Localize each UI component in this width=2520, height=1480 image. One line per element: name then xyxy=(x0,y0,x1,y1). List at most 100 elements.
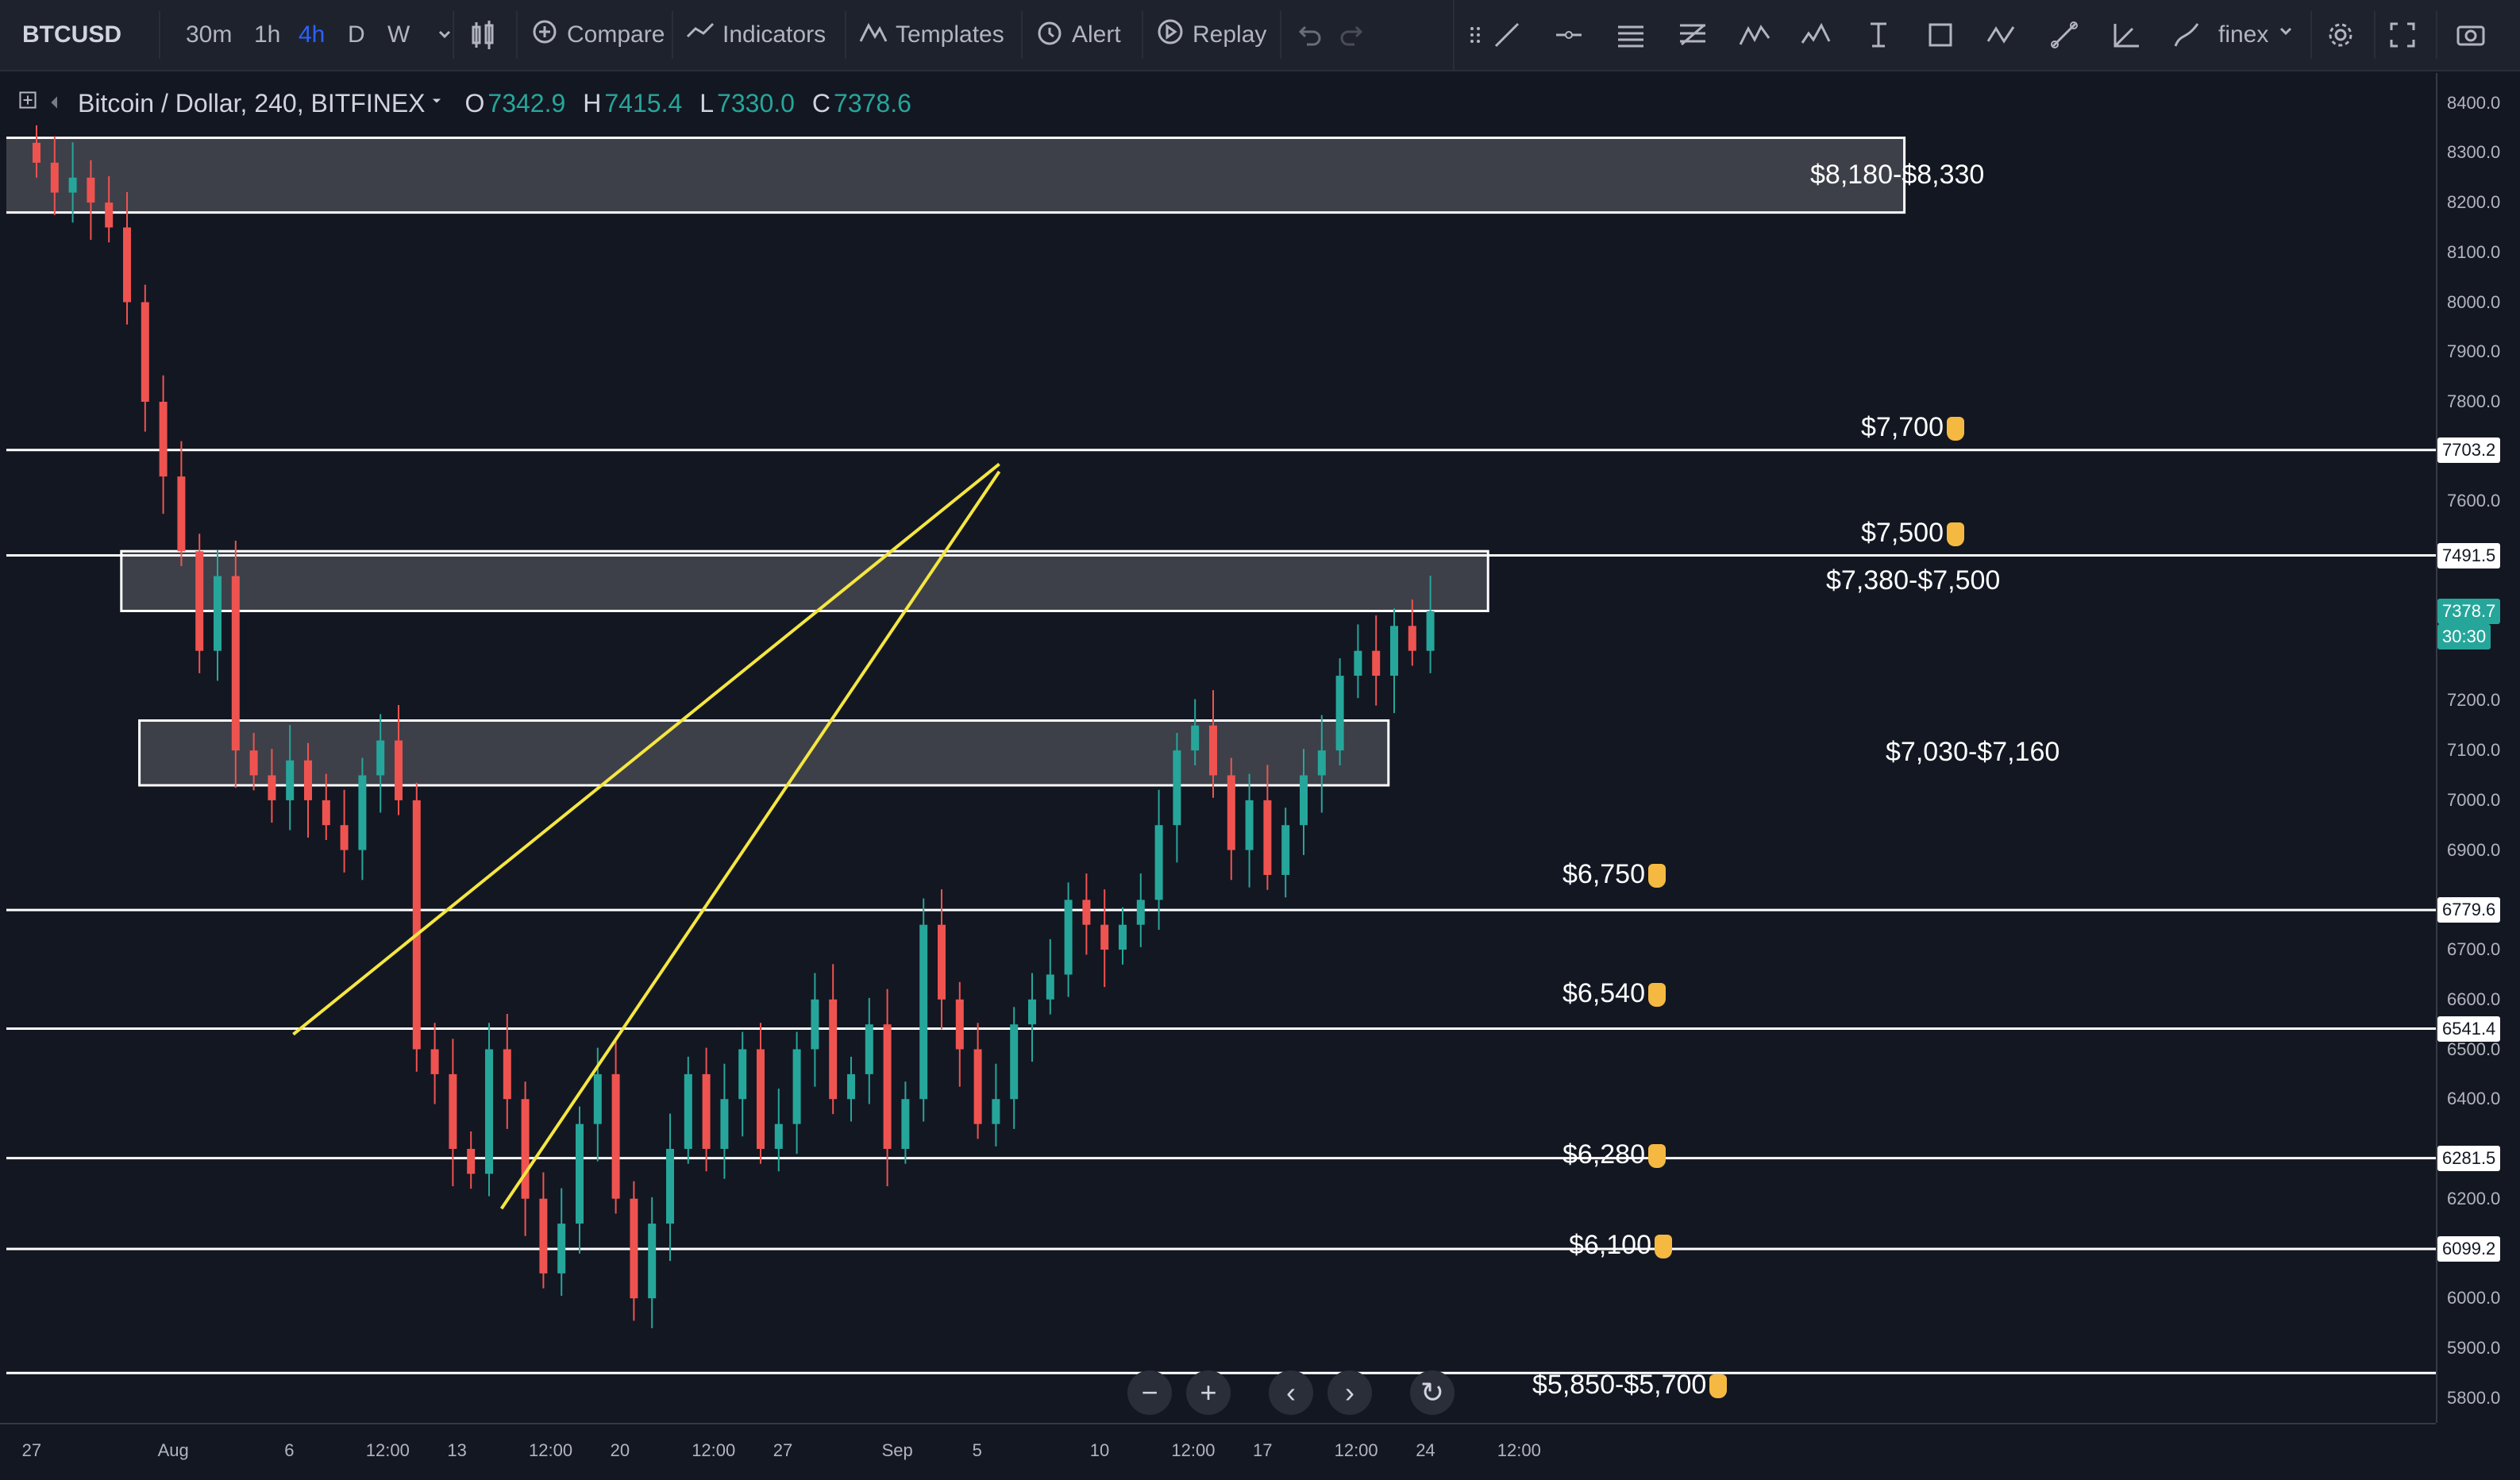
bottom-zone-label: $5,850-$5,700 xyxy=(1532,1370,1728,1401)
legend-title[interactable]: Bitcoin / Dollar, 240, BITFINEX xyxy=(78,89,426,118)
toolbar-divider xyxy=(453,11,454,59)
templates-icon xyxy=(856,14,891,56)
interval-label: 4h xyxy=(299,21,326,48)
candle-body xyxy=(847,1073,855,1100)
scroll-right-button[interactable]: › xyxy=(1327,1370,1372,1415)
abcd-pattern-icon[interactable] xyxy=(1985,0,2020,70)
tradingview-app: BTCUSD 30m 1h 4h D W Compare Indicators … xyxy=(0,0,2520,1480)
candle-body xyxy=(901,1099,910,1149)
chevron-down-icon[interactable] xyxy=(426,89,448,118)
candle-body xyxy=(214,576,222,651)
candle-body xyxy=(1136,900,1145,925)
time-tick: 24 xyxy=(1416,1440,1435,1460)
fib-retracement-icon[interactable] xyxy=(1675,0,1710,70)
interval-4h[interactable]: 4h xyxy=(299,0,325,70)
interval-label: W xyxy=(387,21,410,48)
time-tick: 20 xyxy=(610,1440,630,1460)
camera-icon[interactable] xyxy=(2453,0,2488,70)
templates-button[interactable]: Templates xyxy=(856,0,1004,70)
level-price-text: $6,280 xyxy=(1562,1139,1645,1170)
alert-label: Alert xyxy=(1072,21,1121,48)
horizontal-line-icon[interactable] xyxy=(1551,0,1586,70)
candle-body xyxy=(557,1224,566,1274)
expand-icon[interactable] xyxy=(16,88,40,118)
interval-w[interactable]: W xyxy=(387,0,410,70)
time-tick: 10 xyxy=(1089,1440,1110,1460)
reset-button[interactable]: ↻ xyxy=(1410,1370,1455,1415)
candle-body xyxy=(829,999,838,1100)
angle-tool-icon[interactable] xyxy=(2109,0,2144,70)
exchange-selector[interactable]: finex xyxy=(2218,0,2303,70)
replay-button[interactable]: Replay xyxy=(1153,0,1266,70)
settings-icon[interactable] xyxy=(2323,0,2358,70)
interval-label: 1h xyxy=(254,21,281,48)
xabcd-pattern-icon[interactable] xyxy=(1737,0,1772,70)
price-tick: 6500.0 xyxy=(2447,1039,2501,1059)
current-price-tag: 7378.7 xyxy=(2437,599,2501,625)
price-tick: 7100.0 xyxy=(2447,740,2501,761)
bar-style-icon[interactable] xyxy=(465,0,500,70)
elliott-wave-icon[interactable] xyxy=(1799,0,1834,70)
rectangle-tool-icon[interactable] xyxy=(1923,0,1958,70)
undo-icon[interactable] xyxy=(1291,0,1326,70)
candle-body xyxy=(1300,775,1308,826)
price-tick: 7000.0 xyxy=(2447,789,2501,810)
interval-30m[interactable]: 30m xyxy=(186,0,232,70)
candle-body xyxy=(1390,626,1398,676)
text-tool-icon[interactable] xyxy=(1861,0,1896,70)
candle-body xyxy=(50,162,59,193)
price-tick: 8300.0 xyxy=(2447,142,2501,163)
exchange-label: finex xyxy=(2218,21,2269,48)
fullscreen-icon[interactable] xyxy=(2385,0,2420,70)
ruler-icon[interactable] xyxy=(2047,0,2082,70)
symbol-search[interactable]: BTCUSD xyxy=(22,0,121,70)
candle-body xyxy=(286,760,295,800)
chart-pane[interactable] xyxy=(6,73,2436,1423)
level-price-label: $6,750 xyxy=(1562,859,1666,890)
hand-pointing-down-icon xyxy=(1947,416,1964,441)
high-value: 7415.4 xyxy=(604,88,683,118)
drag-handle-icon[interactable] xyxy=(1458,0,1493,70)
compare-button[interactable]: Compare xyxy=(527,0,665,70)
price-tick: 8400.0 xyxy=(2447,92,2501,113)
chevron-down-icon[interactable] xyxy=(427,0,462,70)
price-tick: 5900.0 xyxy=(2447,1337,2501,1358)
level-price-label: $6,100 xyxy=(1569,1230,1672,1261)
interval-label: 30m xyxy=(186,21,233,48)
candle-body xyxy=(1191,725,1200,751)
interval-label: D xyxy=(348,21,365,48)
price-tick: 6200.0 xyxy=(2447,1188,2501,1208)
drawing-toolbar xyxy=(1453,0,2217,70)
candle-body xyxy=(774,1123,783,1149)
interval-1h[interactable]: 1h xyxy=(254,0,280,70)
price-zone-rect xyxy=(120,549,1489,612)
candle-body xyxy=(412,800,421,1050)
toolbar-divider xyxy=(672,11,673,59)
brush-icon[interactable] xyxy=(2169,0,2204,70)
level-price-text: $6,750 xyxy=(1562,859,1645,890)
zoom-out-icon: − xyxy=(1141,1376,1158,1409)
time-tick: 27 xyxy=(773,1440,793,1460)
redo-icon[interactable] xyxy=(1335,0,1370,70)
scroll-left-button[interactable]: ‹ xyxy=(1269,1370,1313,1415)
time-tick: 12:00 xyxy=(365,1440,410,1460)
level-price-label: $7,500 xyxy=(1861,518,1964,549)
level-price-label: $7,700 xyxy=(1861,412,1964,443)
candle-body xyxy=(919,924,928,1100)
pitchfork-icon[interactable] xyxy=(1613,0,1648,70)
alert-button[interactable]: Alert xyxy=(1032,0,1121,70)
level-price-label: $6,540 xyxy=(1562,978,1666,1009)
trend-line-icon[interactable] xyxy=(1489,0,1524,70)
candle-body xyxy=(231,576,240,751)
price-line-tag: 6541.4 xyxy=(2437,1016,2501,1042)
candle-body xyxy=(720,1099,729,1149)
candle-body xyxy=(757,1049,765,1149)
candle-body xyxy=(123,227,131,303)
interval-d[interactable]: D xyxy=(348,0,365,70)
candle-body xyxy=(430,1049,439,1074)
price-line-tag: 6099.2 xyxy=(2437,1235,2501,1262)
candle-body xyxy=(811,999,819,1050)
zoom-in-button[interactable]: + xyxy=(1186,1370,1231,1415)
zoom-out-button[interactable]: − xyxy=(1127,1370,1172,1415)
indicators-button[interactable]: Indicators xyxy=(683,0,826,70)
